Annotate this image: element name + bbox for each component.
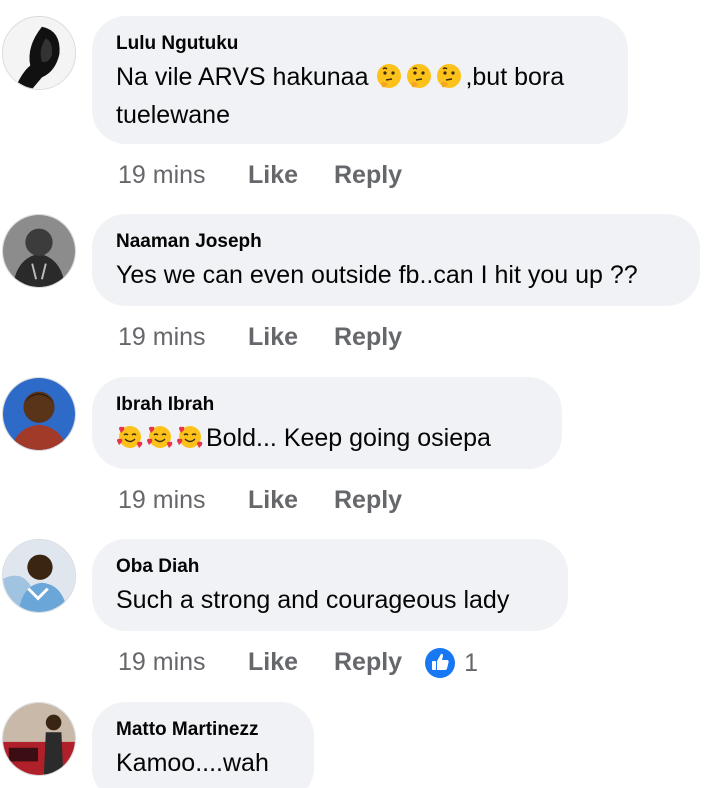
reply-button[interactable]: Reply [334,322,402,352]
comment-timestamp[interactable]: 19 mins [118,160,248,190]
like-icon [424,647,456,679]
smiling-face-with-hearts-icon [146,423,174,451]
reply-button[interactable]: Reply [334,647,402,677]
comment-author[interactable]: Naaman Joseph [116,230,676,254]
reply-button[interactable]: Reply [334,160,402,190]
comment-timestamp[interactable]: 19 mins [118,485,248,515]
avatar-photo-icon [3,703,75,775]
smiling-face-with-hearts-icon [116,423,144,451]
comment-bubble: Lulu Ngutuku Na vile ARVS hakunaa ,but b… [92,16,628,144]
avatar-photo-icon [3,215,75,287]
like-button[interactable]: Like [248,485,334,515]
comment-author[interactable]: Oba Diah [116,555,544,579]
comment-author[interactable]: Ibrah Ibrah [116,393,538,417]
comment-text: Bold... Keep going osiepa [116,419,538,457]
smiling-face-with-hearts-icon [176,423,204,451]
comment-actions: 19 mins Like Reply [118,159,402,190]
like-button[interactable]: Like [248,322,334,352]
comment-actions: 19 mins Like Reply [118,484,402,515]
reply-button[interactable]: Reply [334,485,402,515]
comment-text: Kamoo....wah [116,749,269,777]
comment-timestamp[interactable]: 19 mins [118,322,248,352]
thinking-face-icon [405,62,433,90]
comment-actions: 19 mins Like Reply 1 [118,646,478,679]
comment-author[interactable]: Matto Martinezz [116,718,290,742]
thinking-face-icon [435,62,463,90]
comment-timestamp[interactable]: 19 mins [118,647,248,677]
comment-text: Such a strong and courageous lady [116,586,510,614]
avatar-photo-icon [3,17,75,89]
comment-author[interactable]: Lulu Ngutuku [116,32,604,56]
comment-bubble: Naaman Joseph Yes we can even outside fb… [92,214,700,306]
comment-text: Na vile ARVS hakunaa ,but bora tuelewane [116,58,604,134]
reaction-count: 1 [464,648,478,677]
avatar[interactable] [2,377,76,451]
comment-bubble: Matto Martinezz Kamoo....wah [92,702,314,788]
avatar[interactable] [2,16,76,90]
avatar-photo-icon [3,378,75,450]
comment-bubble: Oba Diah Such a strong and courageous la… [92,539,568,631]
avatar[interactable] [2,702,76,776]
avatar[interactable] [2,539,76,613]
reaction-summary[interactable]: 1 [424,646,478,678]
comment-actions: 19 mins Like Reply [118,321,402,352]
like-button[interactable]: Like [248,647,334,677]
comment-text-end: Bold... Keep going osiepa [206,424,491,452]
thinking-face-icon [375,62,403,90]
avatar[interactable] [2,214,76,288]
comment-bubble: Ibrah Ibrah Bold... Keep going osiepa [92,377,562,469]
avatar-photo-icon [3,540,75,612]
comment-text-start: Na vile ARVS hakunaa [116,63,376,91]
comment-text: Yes we can even outside fb..can I hit yo… [116,261,638,289]
like-button[interactable]: Like [248,160,334,190]
